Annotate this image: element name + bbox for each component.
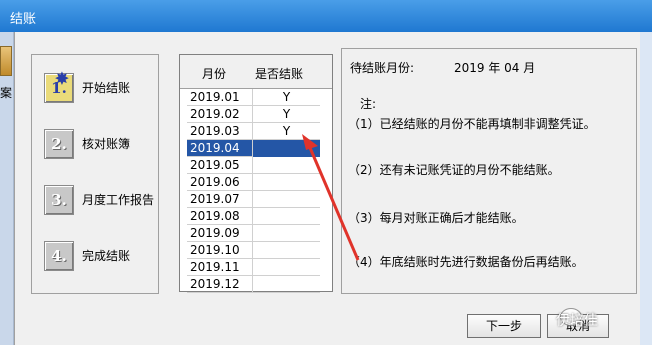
month-cell: 2019.10 bbox=[187, 242, 253, 259]
steps-panel: ✸ 1. 开始结账 2. 核对账簿 3. 月度工作报告 4. 完成结账 bbox=[31, 54, 159, 294]
table-row[interactable]: 2019.07 bbox=[187, 191, 320, 208]
note-title: 注: bbox=[360, 97, 377, 111]
note-4: （4）年底结账时先进行数据备份后再结账。 bbox=[348, 255, 584, 269]
table-row[interactable]: 2019.12 bbox=[187, 276, 320, 293]
step-2-icon: 2. bbox=[44, 129, 74, 159]
table-row[interactable]: 2019.10 bbox=[187, 242, 320, 259]
month-cell: 2019.04 bbox=[187, 140, 253, 157]
step-start-closing[interactable]: ✸ 1. 开始结账 bbox=[44, 69, 156, 113]
step-1-icon: ✸ 1. bbox=[44, 69, 74, 103]
closed-cell: Y bbox=[282, 107, 291, 121]
step-check-ledgers[interactable]: 2. 核对账簿 bbox=[44, 129, 156, 169]
month-cell: 2019.02 bbox=[187, 106, 253, 123]
step-finish-closing[interactable]: 4. 完成结账 bbox=[44, 241, 156, 281]
closed-cell bbox=[253, 157, 320, 174]
closed-cell bbox=[253, 140, 320, 157]
pending-month-label: 待结账月份: bbox=[350, 61, 415, 75]
month-cell: 2019.03 bbox=[187, 123, 253, 140]
closed-cell: Y bbox=[282, 124, 291, 138]
note-1: （1）已经结账的月份不能再填制非调整凭证。 bbox=[348, 117, 596, 131]
month-cell: 2019.09 bbox=[187, 225, 253, 242]
month-cell: 2019.12 bbox=[187, 276, 253, 293]
month-cell: 2019.07 bbox=[187, 191, 253, 208]
table-row[interactable]: 2019.01 Y bbox=[187, 89, 320, 106]
table-row[interactable]: 2019.11 bbox=[187, 259, 320, 276]
step-4-icon: 4. bbox=[44, 241, 74, 271]
step-label: 核对账簿 bbox=[82, 137, 131, 151]
closing-window: 结账 案 ✸1. 开始结账 2. 核对账簿 3. 月度工作报告 4. 完成结账 bbox=[0, 0, 652, 345]
note-3: （3）每月对账正确后才能结账。 bbox=[348, 211, 524, 225]
table-row[interactable]: 2019.06 bbox=[187, 174, 320, 191]
closed-cell bbox=[253, 242, 320, 259]
closed-cell bbox=[253, 208, 320, 225]
closed-cell bbox=[253, 174, 320, 191]
window-title: 结账 bbox=[10, 12, 37, 27]
table-header: 月份 是否结账 bbox=[180, 55, 332, 89]
closed-cell: Y bbox=[282, 90, 291, 104]
month-cell: 2019.05 bbox=[187, 157, 253, 174]
table-row[interactable]: 2019.03 Y bbox=[187, 123, 320, 140]
star-icon: ✸ bbox=[55, 69, 69, 88]
month-table[interactable]: 月份 是否结账 2019.01 Y 2019.02 Y 2019.03 Y 2019.04 2… bbox=[179, 54, 333, 293]
column-header-month[interactable]: 月份 bbox=[202, 65, 226, 82]
step-label: 开始结账 bbox=[82, 81, 131, 95]
table-row[interactable]: 2019.05 bbox=[187, 157, 320, 174]
table-row[interactable]: 2019.08 bbox=[187, 208, 320, 225]
background-app-strip bbox=[0, 32, 14, 345]
step-3-icon: 3. bbox=[44, 185, 74, 215]
watermark: 伊培佳 bbox=[556, 313, 598, 329]
pending-month-value: 2019 年 04 月 bbox=[454, 61, 536, 75]
month-cell: 2019.06 bbox=[187, 174, 253, 191]
title-bar[interactable]: 结账 bbox=[0, 0, 652, 32]
info-panel: 待结账月份: 2019 年 04 月 注: （1）已经结账的月份不能再填制非调整… bbox=[341, 48, 637, 294]
closed-cell bbox=[253, 191, 320, 208]
table-row[interactable]: 2019.09 bbox=[187, 225, 320, 242]
step-monthly-report[interactable]: 3. 月度工作报告 bbox=[44, 185, 156, 225]
table-row[interactable]: 2019.02 Y bbox=[187, 106, 320, 123]
closing-dialog: ✸ 1. 开始结账 2. 核对账簿 3. 月度工作报告 4. 完成结账 月份 是否… bbox=[14, 32, 640, 345]
month-cell: 2019.08 bbox=[187, 208, 253, 225]
closed-cell bbox=[253, 276, 320, 293]
closed-cell bbox=[253, 259, 320, 276]
note-2: （2）还有未记账凭证的月份不能结账。 bbox=[348, 163, 560, 177]
step-label: 月度工作报告 bbox=[82, 193, 155, 207]
background-folder-icon bbox=[0, 46, 12, 76]
step-label: 完成结账 bbox=[82, 249, 131, 263]
table-row[interactable]: 2019.04 bbox=[187, 140, 320, 157]
column-header-closed[interactable]: 是否结账 bbox=[255, 65, 303, 82]
background-label: 案 bbox=[0, 86, 13, 100]
next-button[interactable]: 下一步 bbox=[467, 314, 541, 338]
closed-cell bbox=[253, 225, 320, 242]
month-cell: 2019.11 bbox=[187, 259, 253, 276]
month-cell: 2019.01 bbox=[187, 89, 253, 106]
